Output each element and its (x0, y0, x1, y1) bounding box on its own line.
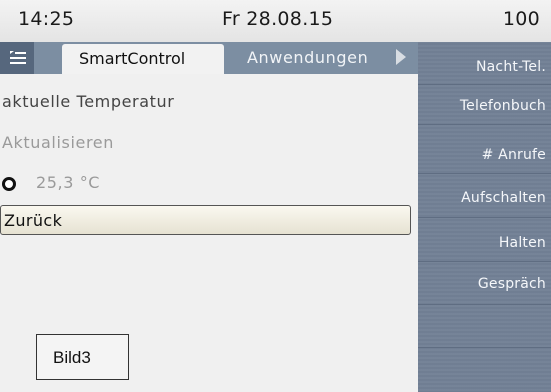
fn-divider (418, 261, 551, 262)
radio-selected-icon (2, 177, 16, 191)
tab-anwendungen[interactable]: Anwendungen (247, 48, 368, 67)
clock: 14:25 (18, 8, 75, 30)
refresh-item[interactable]: Aktualisieren (2, 133, 114, 152)
fn-divider (418, 347, 551, 348)
tab-smartcontrol-label: SmartControl (79, 49, 186, 68)
fn-divider (418, 217, 551, 218)
tab-bar: SmartControl Anwendungen (0, 42, 418, 74)
fn-key-telefonbuch[interactable]: Telefonbuch (460, 98, 546, 114)
status-bar: 14:25 Fr 28.08.15 100 (0, 0, 551, 42)
fn-divider (418, 173, 551, 174)
function-key-panel: Nacht-Tel. Telefonbuch # Anrufe Aufschal… (418, 42, 551, 392)
extension-number: 100 (502, 8, 540, 30)
arrow-right-icon[interactable] (396, 49, 406, 65)
fn-key-anrufe[interactable]: # Anrufe (482, 147, 546, 163)
menu-button[interactable] (0, 42, 34, 74)
menu-list-icon (10, 51, 26, 64)
back-button[interactable]: Zurück (0, 205, 411, 235)
tab-smartcontrol[interactable]: SmartControl (62, 44, 224, 74)
fn-divider (418, 124, 551, 125)
date: Fr 28.08.15 (222, 8, 334, 30)
fn-divider (418, 304, 551, 305)
fn-key-nacht-tel[interactable]: Nacht-Tel. (476, 59, 546, 75)
fn-key-aufschalten[interactable]: Aufschalten (461, 190, 546, 206)
fn-divider (418, 84, 551, 85)
figure-caption: Bild3 (36, 334, 129, 380)
back-button-label: Zurück (4, 211, 63, 230)
figure-caption-label: Bild3 (53, 348, 91, 367)
temperature-heading: aktuelle Temperatur (2, 92, 175, 111)
temperature-value: 25,3 °C (36, 173, 101, 192)
fn-key-gespraech[interactable]: Gespräch (478, 276, 546, 292)
fn-key-halten[interactable]: Halten (499, 235, 546, 251)
